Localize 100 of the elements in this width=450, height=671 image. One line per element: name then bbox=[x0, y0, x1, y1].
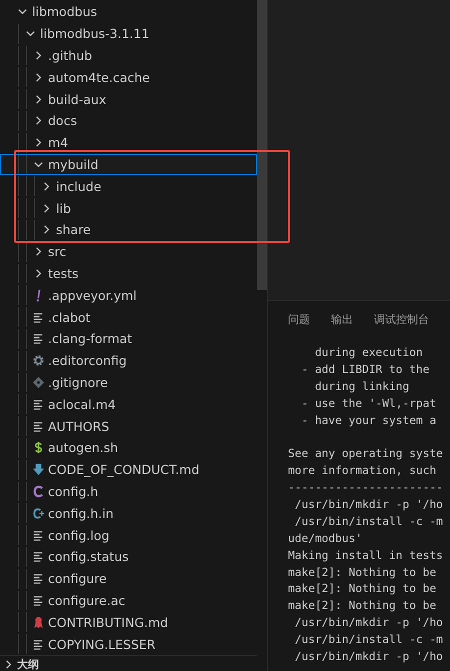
terminal-line: during linking bbox=[314, 380, 410, 393]
file-name: COPYING.LESSER bbox=[48, 636, 156, 652]
file-name: CONTRIBUTING.md bbox=[48, 614, 168, 630]
terminal-line: make[2]: Nothing to be bbox=[288, 566, 436, 579]
tree-item[interactable]: include bbox=[0, 175, 257, 198]
file-name: configure bbox=[48, 571, 107, 586]
tree-item[interactable]: src bbox=[0, 240, 257, 263]
file-name: .clabot bbox=[48, 310, 90, 325]
file-name: libmodbus-3.1.11 bbox=[40, 26, 150, 42]
panel-tab[interactable]: 输出 bbox=[331, 312, 353, 330]
file-name: AUTHORS bbox=[48, 418, 110, 434]
file-name: libmodbus bbox=[32, 4, 98, 20]
tree-item[interactable]: lib bbox=[0, 197, 257, 219]
file-name: config.h bbox=[48, 484, 98, 499]
file-name: .clang-format bbox=[48, 331, 132, 346]
terminal-line: make[2]: Nothing to be bbox=[288, 599, 436, 612]
tree-item[interactable]: configure.ac bbox=[0, 590, 257, 612]
tree-item[interactable]: .clang-format bbox=[0, 328, 257, 350]
text-lines-icon bbox=[32, 528, 45, 542]
terminal-line: /usr/bin/mkdir -p '/ho bbox=[294, 498, 443, 512]
tree-item[interactable]: config.status bbox=[0, 546, 257, 568]
file-name: share bbox=[56, 222, 91, 238]
tree-item[interactable]: CONTRIBUTING.md bbox=[0, 611, 257, 634]
file-name: build-aux bbox=[48, 92, 106, 107]
terminal-line: Making install in tests bbox=[288, 548, 443, 562]
terminal-line: /usr/bin/install -c -m bbox=[294, 514, 443, 528]
tree-item[interactable]: AUTHORS bbox=[0, 415, 257, 437]
file-name: m4 bbox=[48, 135, 68, 150]
tree-item[interactable]: .editorconfig bbox=[0, 350, 257, 372]
tree-item[interactable]: m4 bbox=[0, 132, 257, 154]
terminal-line: /usr/bin/install -c -m bbox=[294, 633, 443, 646]
text-lines-icon bbox=[32, 420, 45, 433]
ribbon-icon bbox=[32, 616, 45, 629]
file-name: .github bbox=[48, 48, 92, 63]
panel-tab[interactable]: 调试控制台 bbox=[374, 312, 429, 330]
terminal-line: - use the '-Wl,-rpat bbox=[300, 396, 436, 410]
file-name: config.h.in bbox=[48, 506, 114, 521]
terminal-line: - add LIBDIR to the bbox=[300, 362, 430, 376]
text-lines-icon bbox=[32, 332, 45, 346]
dollar-icon bbox=[32, 441, 45, 454]
file-name: autom4te.cache bbox=[48, 70, 150, 85]
diamond-icon bbox=[32, 376, 45, 389]
terminal-line: - have your system a bbox=[300, 414, 436, 427]
file-name: config.log bbox=[48, 528, 110, 543]
file-name: src bbox=[48, 244, 66, 260]
terminal-line: make[2]: Nothing to be bbox=[288, 582, 436, 596]
terminal-line: more information, such bbox=[288, 464, 436, 478]
tree-item[interactable]: configure bbox=[0, 568, 257, 590]
file-name: .gitignore bbox=[48, 374, 108, 390]
tree-item[interactable]: share bbox=[0, 218, 257, 241]
file-name: docs bbox=[48, 113, 77, 128]
file-name: lib bbox=[56, 200, 71, 216]
tree-item[interactable]: mybuild bbox=[0, 154, 257, 176]
text-lines-icon bbox=[32, 398, 45, 411]
gear-icon bbox=[32, 354, 45, 368]
tree-item[interactable]: build-aux bbox=[0, 88, 257, 110]
letter-c-icon bbox=[32, 484, 45, 498]
c-plus-icon bbox=[32, 506, 45, 520]
text-lines-icon bbox=[32, 638, 45, 650]
tree-item[interactable]: config.h.in bbox=[0, 502, 257, 524]
tree-item[interactable]: autogen.sh bbox=[0, 436, 257, 459]
section-title: 大纲 bbox=[17, 657, 39, 671]
tree-item[interactable]: .clabot bbox=[0, 306, 257, 328]
tree-item[interactable]: CODE_OF_CONDUCT.md bbox=[0, 458, 257, 481]
text-lines-icon bbox=[32, 594, 45, 607]
terminal-line: /usr/bin/mkdir -p '/ho bbox=[294, 650, 443, 664]
file-name: .editorconfig bbox=[48, 353, 127, 368]
scrollbar[interactable] bbox=[257, 0, 267, 290]
file-name: aclocal.m4 bbox=[48, 396, 116, 412]
tree-item[interactable]: config.log bbox=[0, 524, 257, 546]
file-name: autogen.sh bbox=[48, 440, 118, 456]
tree-item[interactable]: COPYING.LESSER bbox=[0, 633, 257, 655]
file-name: include bbox=[56, 178, 102, 194]
text-lines-icon bbox=[32, 310, 45, 324]
tree-item[interactable]: autom4te.cache bbox=[0, 66, 257, 88]
tree-item[interactable]: libmodbus-3.1.11 bbox=[0, 22, 257, 45]
text-lines-icon bbox=[32, 550, 45, 564]
tree-item[interactable]: aclocal.m4 bbox=[0, 393, 257, 416]
file-name: configure.ac bbox=[48, 592, 126, 608]
tree-item[interactable]: tests bbox=[0, 262, 257, 284]
tree-item[interactable]: config.h bbox=[0, 480, 257, 502]
tree-item[interactable]: .github bbox=[0, 44, 257, 66]
file-name: CODE_OF_CONDUCT.md bbox=[48, 462, 200, 478]
terminal-line: ----------------------- bbox=[288, 481, 443, 494]
terminal-line: during execution bbox=[314, 346, 423, 359]
tree-item[interactable]: docs bbox=[0, 110, 257, 132]
tree-item[interactable]: libmodbus bbox=[0, 1, 257, 23]
terminal-line: ude/modbus' bbox=[288, 532, 362, 545]
file-name: mybuild bbox=[48, 156, 98, 172]
tree-item[interactable]: .gitignore bbox=[0, 372, 257, 394]
file-name: config.status bbox=[48, 549, 129, 564]
panel-tab[interactable]: 问题 bbox=[288, 312, 310, 330]
text-lines-icon bbox=[32, 572, 45, 586]
terminal-line: See any operating syste bbox=[288, 447, 443, 460]
outline-section-header[interactable]: 大纲 bbox=[0, 654, 257, 671]
terminal-line: /usr/bin/mkdir -p '/ho bbox=[294, 616, 443, 630]
arrow-down-icon bbox=[32, 463, 45, 476]
file-name: tests bbox=[48, 266, 79, 281]
tree-item[interactable]: .appveyor.yml bbox=[0, 284, 257, 306]
file-name: .appveyor.yml bbox=[48, 288, 137, 303]
